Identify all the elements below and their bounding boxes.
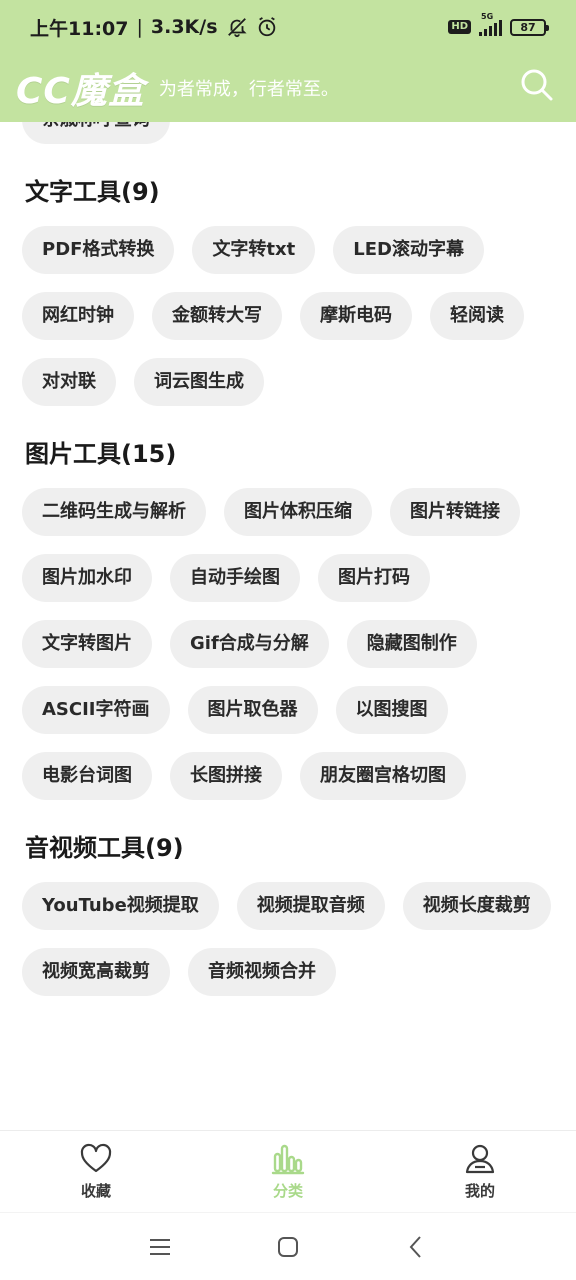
mute-icon [227,18,247,38]
tool-chip[interactable]: LED滚动字幕 [333,226,484,274]
tool-chip[interactable]: 音频视频合并 [188,948,336,996]
tool-chip[interactable]: PDF格式转换 [22,226,175,274]
signal-icon: 5G [479,12,502,36]
search-icon[interactable] [518,66,554,102]
tool-section: 图片工具(15) 二维码生成与解析 图片体积压缩 图片转链接图片加水印 自动手绘图 图片打… [0,434,576,800]
tool-chip[interactable]: 长图拼接 [170,752,282,800]
tool-chip[interactable]: 视频提取音频 [236,882,385,930]
tool-chip[interactable]: 摩斯电码 [300,292,412,340]
section-title: 图片工具(15) [25,440,177,468]
nav-categories-label: 分类 [272,1182,303,1200]
tool-chip[interactable]: 视频宽高裁剪 [22,948,170,996]
tool-chip[interactable]: 隐藏图制作 [346,620,477,668]
tool-chip[interactable]: 轻阅读 [430,292,524,340]
tool-chip[interactable]: Gif合成与分解 [170,620,329,668]
category-content[interactable]: 亲戚称呼查询 文字工具(9) PDF格式转换文字转txt LED滚动字幕网红时钟金额… [0,122,576,1130]
nav-categories[interactable]: 分类 [192,1131,384,1212]
network-speed: 3.3K/s [150,16,218,38]
tool-chip[interactable]: 图片打码 [318,554,430,602]
app-bar: CC魔盒 为者常成，行者常至。 [0,54,576,122]
section-title: 音视频工具(9) [25,834,184,862]
nav-mine-label: 我的 [464,1182,495,1200]
bottom-nav: 收藏 分类 我的 [0,1130,576,1212]
section-title: 文字工具(9) [25,178,160,206]
tool-chip[interactable]: 图片取色器 [187,686,318,734]
tool-chip[interactable]: 金额转大写 [152,292,282,340]
hd-badge: HD [448,20,471,34]
status-bar: 上午11:07 | 3.3K/s HD 5G 87 [0,0,576,54]
tool-chip[interactable]: 文字转txt [192,226,316,274]
tool-chip[interactable]: 词云图生成 [134,358,264,406]
app-slogan: 为者常成，行者常至。 [158,79,339,100]
alarm-icon [258,17,275,37]
tool-chip[interactable]: 图片加水印 [22,554,152,602]
battery-level: 87 [520,20,536,34]
nav-favorites-label: 收藏 [80,1182,111,1200]
battery-icon: 87 [510,18,549,36]
tool-chip[interactable]: 视频长度裁剪 [402,882,551,930]
heart-icon [80,1143,112,1173]
tool-chip[interactable]: 二维码生成与解析 [22,488,206,536]
nav-favorites[interactable]: 收藏 [0,1131,192,1212]
back-icon[interactable] [402,1233,430,1261]
user-icon [465,1144,495,1174]
header: 上午11:07 | 3.3K/s HD 5G 87 CC魔盒 为者常成，行者常至… [0,0,576,122]
tool-chip[interactable]: 亲戚称呼查询 [22,122,170,144]
tool-chip[interactable]: 自动手绘图 [170,554,300,602]
tool-chip[interactable]: 文字转图片 [22,620,152,668]
system-nav-bar [0,1212,576,1280]
status-separator: | [136,16,143,38]
tool-chip[interactable]: 对对联 [22,358,116,406]
menu-icon[interactable] [146,1233,174,1261]
tool-chip[interactable]: ASCII字符画 [22,686,170,734]
tool-section: 文字工具(9) PDF格式转换 文字转txt LED滚动字幕网红时钟 金额转大写 摩斯电码… [0,172,576,406]
tool-section: 音视频工具(9) YouTube视频提取 视频提取音频 视频长度裁剪视频宽高裁剪 音频视… [0,828,576,996]
tool-chip[interactable]: 以图搜图 [335,686,448,734]
nav-mine[interactable]: 我的 [384,1131,576,1212]
bar-chart-icon [271,1144,305,1175]
tool-chip[interactable]: 朋友圈宫格切图 [300,752,466,800]
tool-chip[interactable]: YouTube视频提取 [22,882,219,930]
tool-chip[interactable]: 图片转链接 [390,488,520,536]
tool-chip[interactable]: 网红时钟 [22,292,134,340]
network-type: 5G [481,12,494,21]
home-icon[interactable] [274,1233,302,1261]
tool-chip[interactable]: 电影台词图 [22,752,152,800]
app-logo: CC魔盒 [16,71,145,112]
tool-chip[interactable]: 图片体积压缩 [224,488,372,536]
status-time: 上午11:07 [30,17,129,40]
